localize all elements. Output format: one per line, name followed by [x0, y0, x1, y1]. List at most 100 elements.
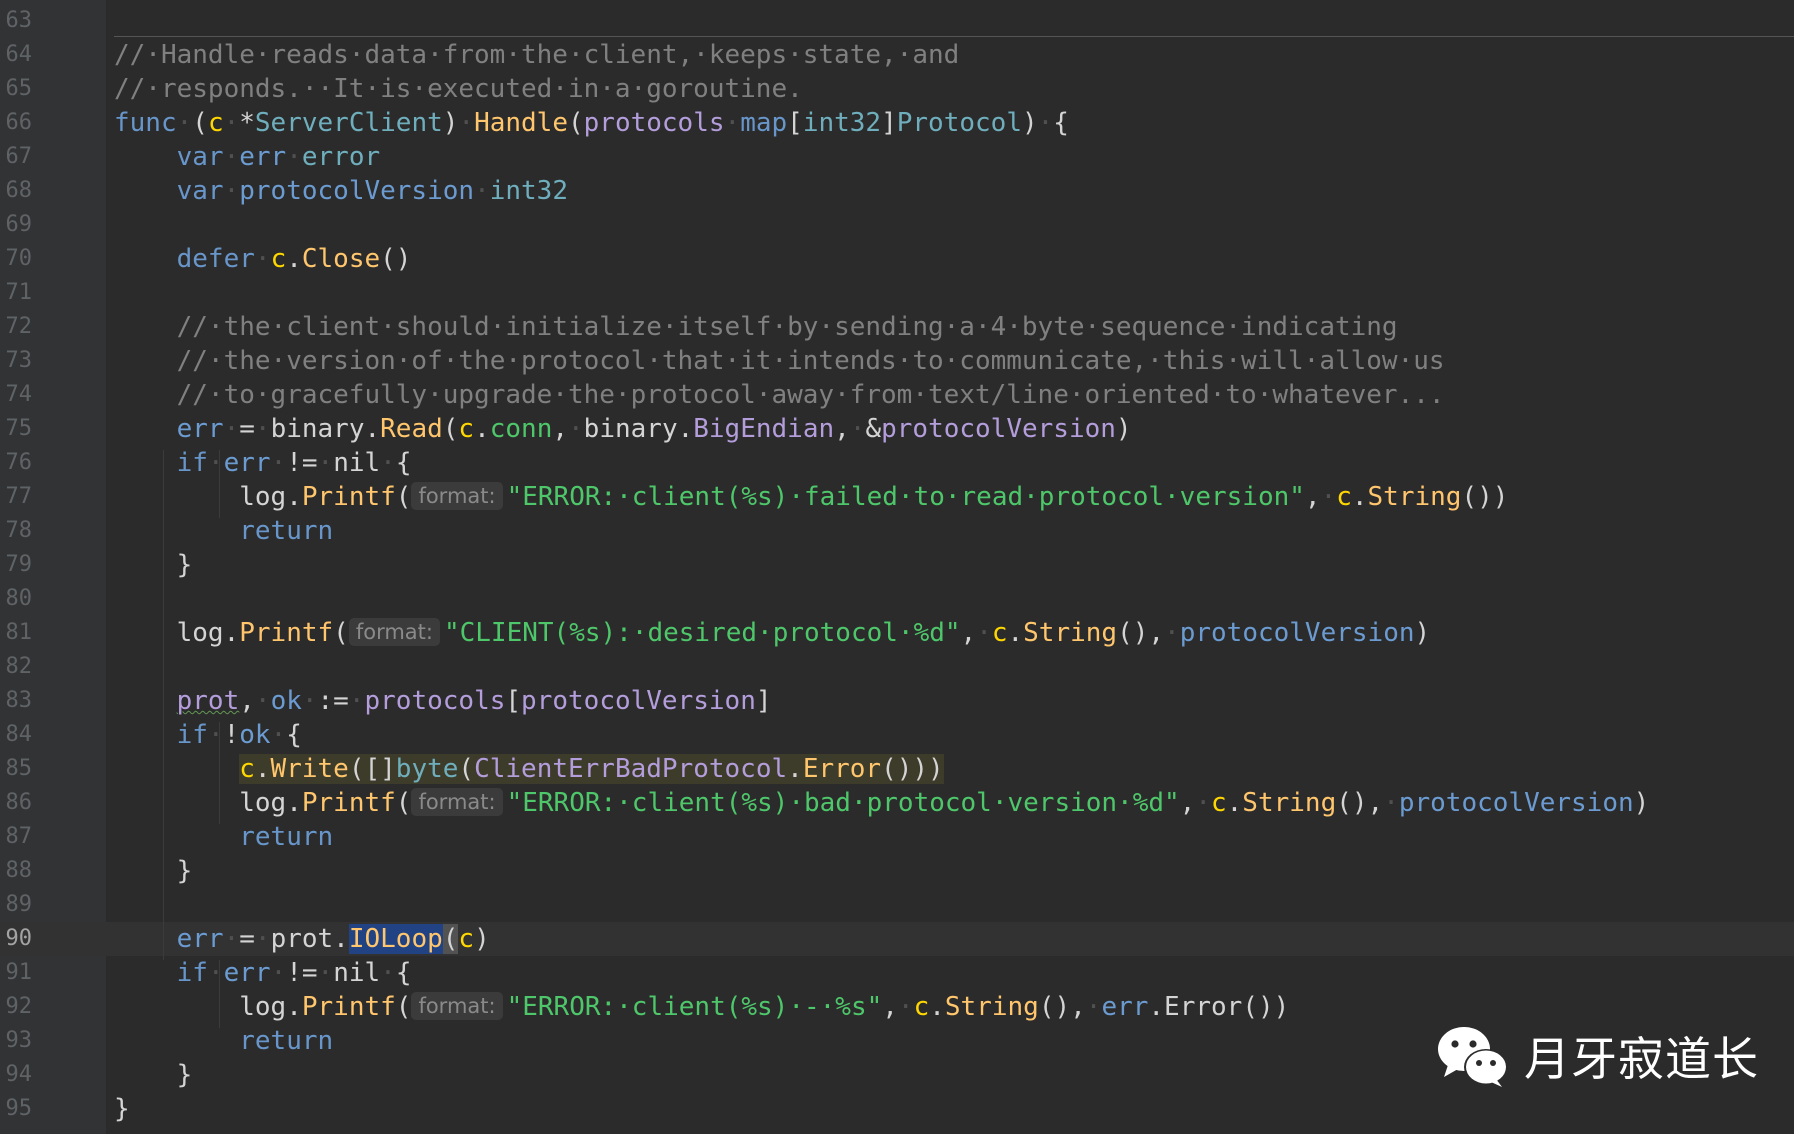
code-line[interactable]: 65 //·responds.··It·is·executed·in·a·goro… — [0, 72, 1794, 106]
code-token: defer — [176, 244, 255, 274]
code-line[interactable]: 73 //·the·version·of·the·protocol·that·i… — [0, 344, 1794, 378]
code-token: //·Handle·reads·data·from·the·client,·ke… — [114, 40, 960, 70]
code-text[interactable]: if·err·!=·nil·{ — [114, 956, 412, 990]
code-text[interactable]: log.Printf(format: "ERROR:·client(%s)·bad… — [114, 786, 1649, 820]
code-token: · — [301, 686, 318, 716]
method-separator — [114, 36, 1794, 37]
code-text[interactable]: //·the·client·should·initialize·itself·b… — [114, 310, 1398, 344]
code-line[interactable]: 87 return — [0, 820, 1794, 854]
code-line[interactable]: 76 if·err·!=·nil·{ — [0, 446, 1794, 480]
code-editor[interactable]: 63 64 //·Handle·reads·data·from·the·client… — [0, 0, 1794, 1134]
indent-guide — [219, 722, 220, 824]
code-text[interactable]: defer·c.Close() — [114, 242, 412, 276]
code-text[interactable]: //·responds.··It·is·executed·in·a·gorout… — [114, 72, 803, 106]
code-text[interactable]: //·to·gracefully·upgrade·the·protocol·aw… — [114, 378, 1445, 412]
code-token: BigEndian — [693, 414, 835, 444]
code-line[interactable]: 71 — [0, 276, 1794, 310]
code-token: != — [286, 958, 318, 988]
code-token: · — [568, 414, 584, 444]
code-line[interactable]: 75 err·=·binary.Read(c.conn,·binary.BigE… — [0, 412, 1794, 446]
code-token: · — [254, 414, 271, 444]
code-text[interactable]: if·err·!=·nil·{ — [114, 446, 412, 480]
code-line[interactable]: 69 — [0, 208, 1794, 242]
code-token: = — [239, 414, 255, 444]
code-line[interactable]: 66 func·(c·*ServerClient)·Handle(protocol… — [0, 106, 1794, 140]
code-token: (), — [1038, 992, 1086, 1022]
code-token: conn — [489, 414, 553, 444]
code-token: (), — [1117, 618, 1165, 648]
code-line[interactable]: 85 c.Write([]byte(ClientErrBadProtocol.E… — [0, 752, 1794, 786]
code-line[interactable]: 91 if·err·!=·nil·{ — [0, 956, 1794, 990]
code-line[interactable]: 83 prot,·ok·:=·protocols[protocolVersion… — [0, 684, 1794, 718]
line-number: 85 — [5, 756, 33, 781]
code-token: Close — [301, 244, 381, 274]
code-line[interactable]: 63 — [0, 4, 1794, 38]
code-text[interactable]: var·protocolVersion·int32 — [114, 174, 568, 208]
code-line[interactable]: 80 — [0, 582, 1794, 616]
line-number: 63 — [5, 8, 33, 33]
code-line[interactable]: 79 } — [0, 548, 1794, 582]
code-line[interactable]: 82 — [0, 650, 1794, 684]
code-text[interactable]: err·=·prot.IOLoop(c) — [114, 922, 490, 956]
code-line[interactable]: 74 //·to·gracefully·upgrade·the·protocol… — [0, 378, 1794, 412]
code-text[interactable]: //·the·version·of·the·protocol·that·it·i… — [114, 344, 1445, 378]
line-number: 73 — [5, 348, 33, 373]
code-token: ! — [223, 720, 240, 750]
code-token: protocolVersion — [521, 686, 756, 716]
code-token: · — [976, 618, 992, 648]
code-text[interactable]: func·(c·*ServerClient)·Handle(protocols·… — [114, 106, 1069, 140]
code-token: err — [239, 142, 287, 172]
code-line[interactable]: 77 log.Printf(format: "ERROR:·client(%s)·… — [0, 480, 1794, 514]
code-token: · — [474, 176, 490, 206]
code-text[interactable]: c.Write([]byte(ClientErrBadProtocol.Erro… — [114, 752, 944, 786]
code-token: · — [254, 686, 271, 716]
code-line[interactable]: 90 err·=·prot.IOLoop(c) — [0, 922, 1794, 956]
line-number: 82 — [5, 654, 33, 679]
code-token: ) — [442, 108, 459, 138]
code-token: · — [254, 924, 271, 954]
code-token: err — [1101, 992, 1149, 1022]
code-text[interactable]: err·=·binary.Read(c.conn,·binary.BigEndi… — [114, 412, 1132, 446]
code-token: ) — [474, 924, 490, 954]
code-token: · — [176, 108, 193, 138]
code-text[interactable]: } — [114, 1092, 130, 1126]
code-text[interactable]: } — [114, 1058, 193, 1092]
code-line[interactable]: 67 var·err·error — [0, 140, 1794, 174]
code-token: · — [223, 176, 240, 206]
code-text[interactable]: //·Handle·reads·data·from·the·client,·ke… — [114, 38, 959, 72]
code-text[interactable]: } — [114, 854, 193, 888]
code-line[interactable]: 72 //·the·client·should·initialize·itsel… — [0, 310, 1794, 344]
code-text[interactable]: prot,·ok·:=·protocols[protocolVersion] — [114, 684, 772, 718]
code-text[interactable]: return — [114, 514, 333, 548]
code-token: · — [458, 108, 475, 138]
code-token: . — [254, 754, 271, 784]
code-line[interactable]: 68 var·protocolVersion·int32 — [0, 174, 1794, 208]
code-line[interactable]: 89 — [0, 888, 1794, 922]
code-token: c — [1210, 788, 1227, 818]
code-token: · — [223, 142, 240, 172]
code-line[interactable]: 84 if·!ok·{ — [0, 718, 1794, 752]
code-line[interactable]: 88 } — [0, 854, 1794, 888]
code-text[interactable]: return — [114, 1024, 333, 1058]
code-line[interactable]: 78 return — [0, 514, 1794, 548]
code-text[interactable]: return — [114, 820, 333, 854]
code-text[interactable]: var·err·error — [114, 140, 381, 174]
code-text[interactable]: if·!ok·{ — [114, 718, 302, 752]
code-line[interactable]: 95} — [0, 1092, 1794, 1126]
code-text[interactable]: } — [114, 548, 193, 582]
line-number: 93 — [5, 1028, 33, 1053]
code-token: c — [270, 244, 287, 274]
code-line[interactable]: 64 //·Handle·reads·data·from·the·client,·… — [0, 38, 1794, 72]
code-text[interactable]: log.Printf(format: "ERROR:·client(%s)·-·%… — [114, 990, 1289, 1024]
code-text[interactable]: log.Printf(format: "CLIENT(%s):·desired·p… — [114, 616, 1430, 650]
code-token: } — [114, 1094, 130, 1124]
code-line[interactable]: 86 log.Printf(format: "ERROR:·client(%s)·… — [0, 786, 1794, 820]
code-line[interactable]: 70 defer·c.Close() — [0, 242, 1794, 276]
code-token: * — [239, 108, 255, 138]
code-text[interactable]: log.Printf(format: "ERROR:·client(%s)·fai… — [114, 480, 1508, 514]
code-line[interactable]: 81 log.Printf(format: "CLIENT(%s):·desire… — [0, 616, 1794, 650]
line-number: 94 — [5, 1062, 33, 1087]
parameter-hint: format: — [411, 788, 503, 816]
